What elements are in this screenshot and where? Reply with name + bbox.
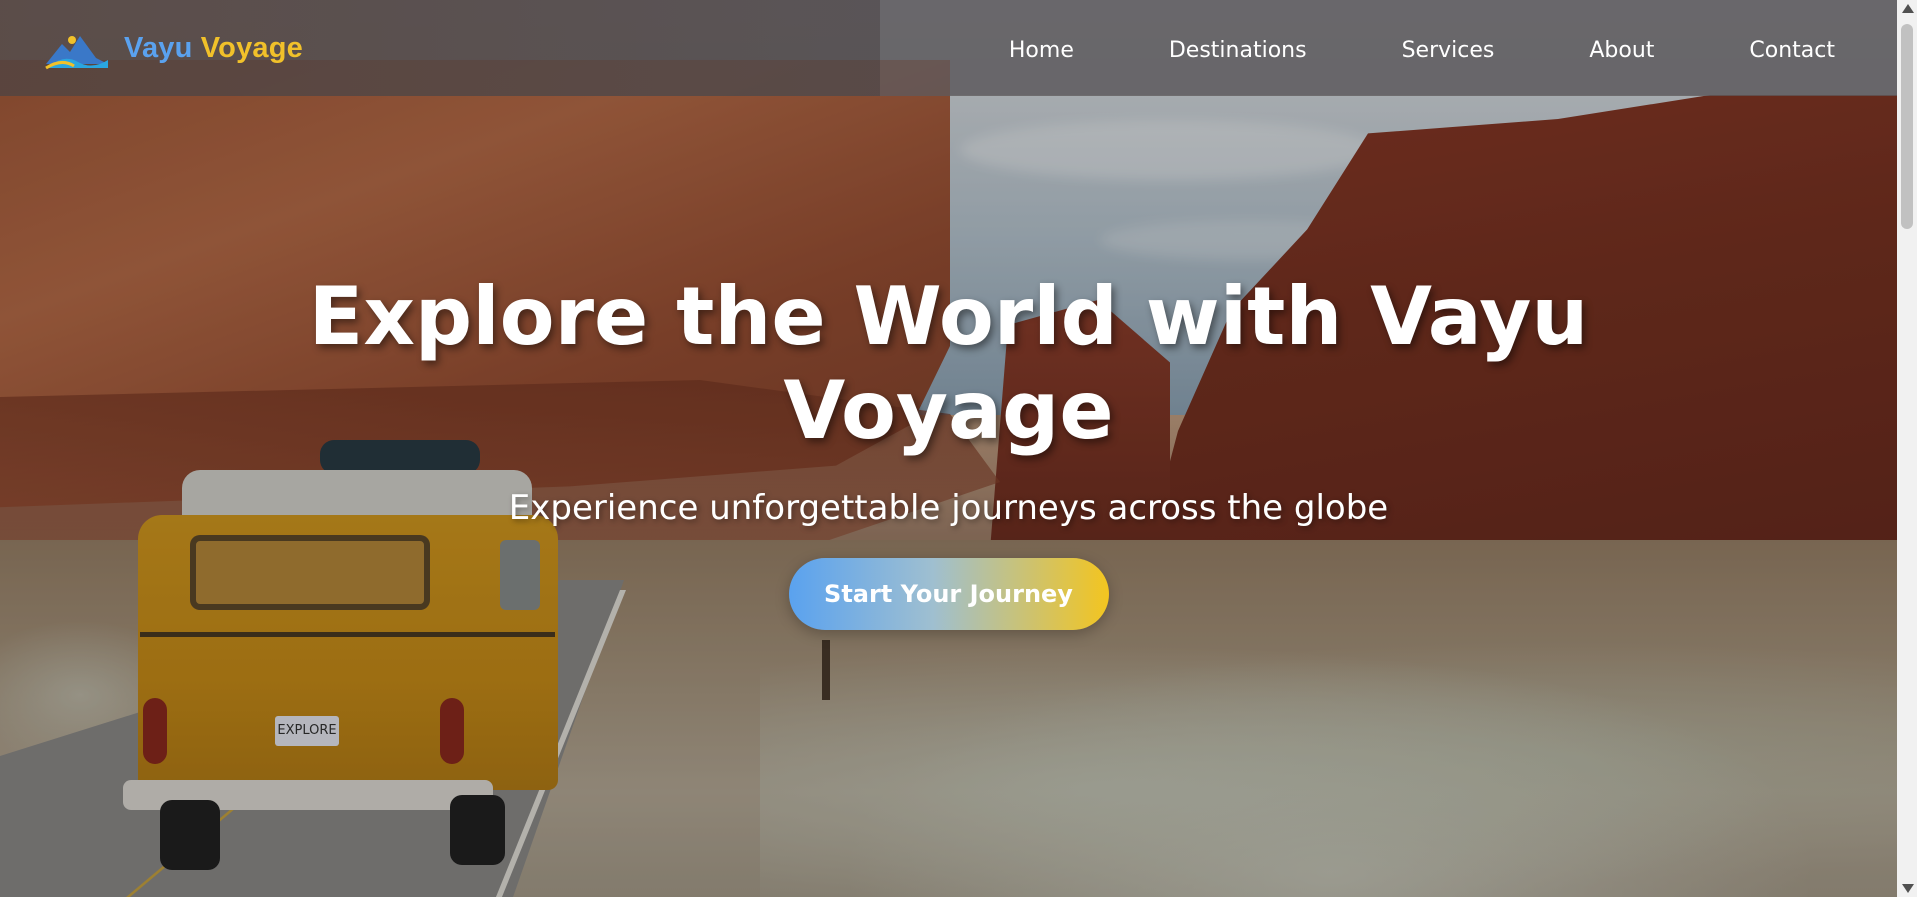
start-journey-button[interactable]: Start Your Journey <box>788 558 1109 630</box>
brand-name-first: Vayu <box>124 31 193 64</box>
brand-name: Vayu Voyage <box>124 32 303 65</box>
scroll-down-arrow-icon[interactable] <box>1902 884 1914 893</box>
brand-name-second: Voyage <box>200 31 303 64</box>
nav-destinations[interactable]: Destinations <box>1169 38 1307 63</box>
nav-about[interactable]: About <box>1589 38 1654 63</box>
nav-home[interactable]: Home <box>1009 38 1074 63</box>
hero-title: Explore the World with Vayu Voyage <box>308 270 1589 457</box>
vertical-scrollbar[interactable] <box>1897 0 1917 897</box>
hero-content: Explore the World with Vayu Voyage Exper… <box>0 270 1897 630</box>
scroll-up-arrow-icon[interactable] <box>1902 4 1914 13</box>
hero-subtitle: Experience unforgettable journeys across… <box>508 488 1389 528</box>
page-viewport: EXPLORE Vayu Voyage Home Destinations Se… <box>0 0 1897 897</box>
scrollbar-thumb[interactable] <box>1901 24 1913 229</box>
brand-logo-link[interactable]: Vayu Voyage <box>44 26 303 70</box>
nav-services[interactable]: Services <box>1402 38 1495 63</box>
nav-contact[interactable]: Contact <box>1749 38 1835 63</box>
navbar: Vayu Voyage Home Destinations Services A… <box>0 0 1897 96</box>
mountain-wave-icon <box>45 36 108 70</box>
main-nav: Home Destinations Services About Contact <box>1009 0 1835 100</box>
